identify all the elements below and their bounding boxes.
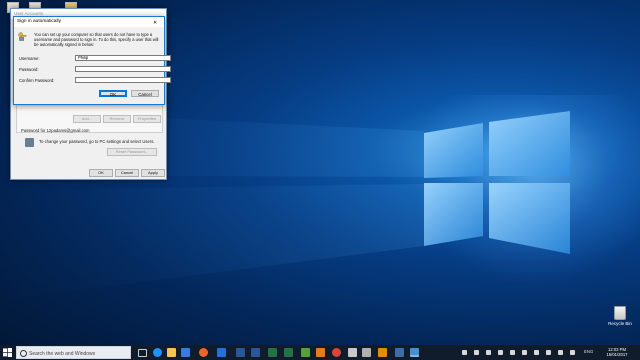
add-user-button[interactable]: Add... xyxy=(73,115,101,123)
properties-button[interactable]: Properties xyxy=(133,115,161,123)
reset-password-button[interactable]: Reset Password... xyxy=(107,148,157,156)
tray-app-icon[interactable] xyxy=(558,350,563,355)
recycle-bin-label: Recycle Bin xyxy=(608,321,632,326)
media-player-icon[interactable] xyxy=(316,348,325,357)
network-icon[interactable] xyxy=(462,350,467,355)
ok-button[interactable]: OK xyxy=(99,90,127,97)
tray-app-icon[interactable] xyxy=(486,350,491,355)
task-view-icon[interactable] xyxy=(138,349,147,357)
tray-app-icon[interactable] xyxy=(510,350,515,355)
word-icon[interactable] xyxy=(251,348,260,357)
search-icon xyxy=(20,349,27,357)
recycle-bin[interactable]: Recycle Bin xyxy=(606,306,634,326)
firefox-icon[interactable] xyxy=(199,348,208,357)
keys-icon xyxy=(18,32,27,41)
paint-icon[interactable] xyxy=(301,348,310,357)
taskbar-clock[interactable]: 12:03 PM 15/01/2017 xyxy=(600,347,634,357)
username-label: Username: xyxy=(19,56,40,61)
password-field[interactable] xyxy=(75,66,171,72)
recycle-bin-icon xyxy=(614,306,626,320)
language-indicator[interactable]: ENG xyxy=(584,349,593,354)
remove-user-button[interactable]: Remove xyxy=(103,115,131,123)
taskbar-search-box[interactable]: Search the web and Windows xyxy=(16,346,131,359)
clock-date: 15/01/2017 xyxy=(606,351,628,357)
edge-browser-icon[interactable] xyxy=(153,348,162,357)
mail-icon[interactable] xyxy=(217,348,226,357)
store-icon[interactable] xyxy=(181,348,190,357)
control-panel-icon[interactable] xyxy=(410,348,419,357)
app-icon[interactable] xyxy=(395,348,404,357)
dialog-titlebar: Sign in automatically ✕ xyxy=(14,17,164,27)
tray-app-icon[interactable] xyxy=(498,350,503,355)
dialog-title: Sign in automatically xyxy=(17,19,61,24)
tray-app-icon[interactable] xyxy=(534,350,539,355)
tray-app-icon[interactable] xyxy=(522,350,527,355)
username-field[interactable] xyxy=(75,55,171,61)
confirm-password-label: Confirm Password: xyxy=(19,78,55,83)
app-icon[interactable] xyxy=(362,348,371,357)
search-placeholder: Search the web and Windows xyxy=(29,350,96,357)
sign-in-automatically-dialog: Sign in automatically ✕ You can set up y… xyxy=(13,16,171,105)
user-accounts-apply-button[interactable]: Apply xyxy=(141,169,165,177)
tray-app-icon[interactable] xyxy=(570,350,575,355)
tray-app-icon[interactable] xyxy=(546,350,551,355)
word-icon[interactable] xyxy=(236,348,245,357)
volume-icon[interactable] xyxy=(474,350,479,355)
user-accounts-cancel-button[interactable]: Cancel xyxy=(115,169,139,177)
illustrator-icon[interactable] xyxy=(378,348,387,357)
taskbar: Search the web and Windows ENG 12:03 PM … xyxy=(0,345,640,360)
password-for-label: Password for 12padams@gmail.com xyxy=(21,128,90,133)
change-password-text: To change your password, go to PC settin… xyxy=(39,139,155,144)
keys-icon xyxy=(25,138,34,147)
excel-icon[interactable] xyxy=(268,348,277,357)
close-icon: ✕ xyxy=(153,21,158,26)
password-label: Password: xyxy=(19,67,39,72)
confirm-password-field[interactable] xyxy=(75,77,171,83)
user-accounts-ok-button[interactable]: OK xyxy=(89,169,113,177)
file-explorer-icon[interactable] xyxy=(167,348,176,357)
excel-icon[interactable] xyxy=(284,348,293,357)
app-icon[interactable] xyxy=(348,348,357,357)
close-button[interactable]: ✕ xyxy=(150,17,164,27)
dialog-description: You can set up your computer so that use… xyxy=(34,32,159,47)
chrome-icon[interactable] xyxy=(332,348,341,357)
windows-start-icon[interactable] xyxy=(3,348,12,357)
cancel-button[interactable]: Cancel xyxy=(131,90,159,97)
